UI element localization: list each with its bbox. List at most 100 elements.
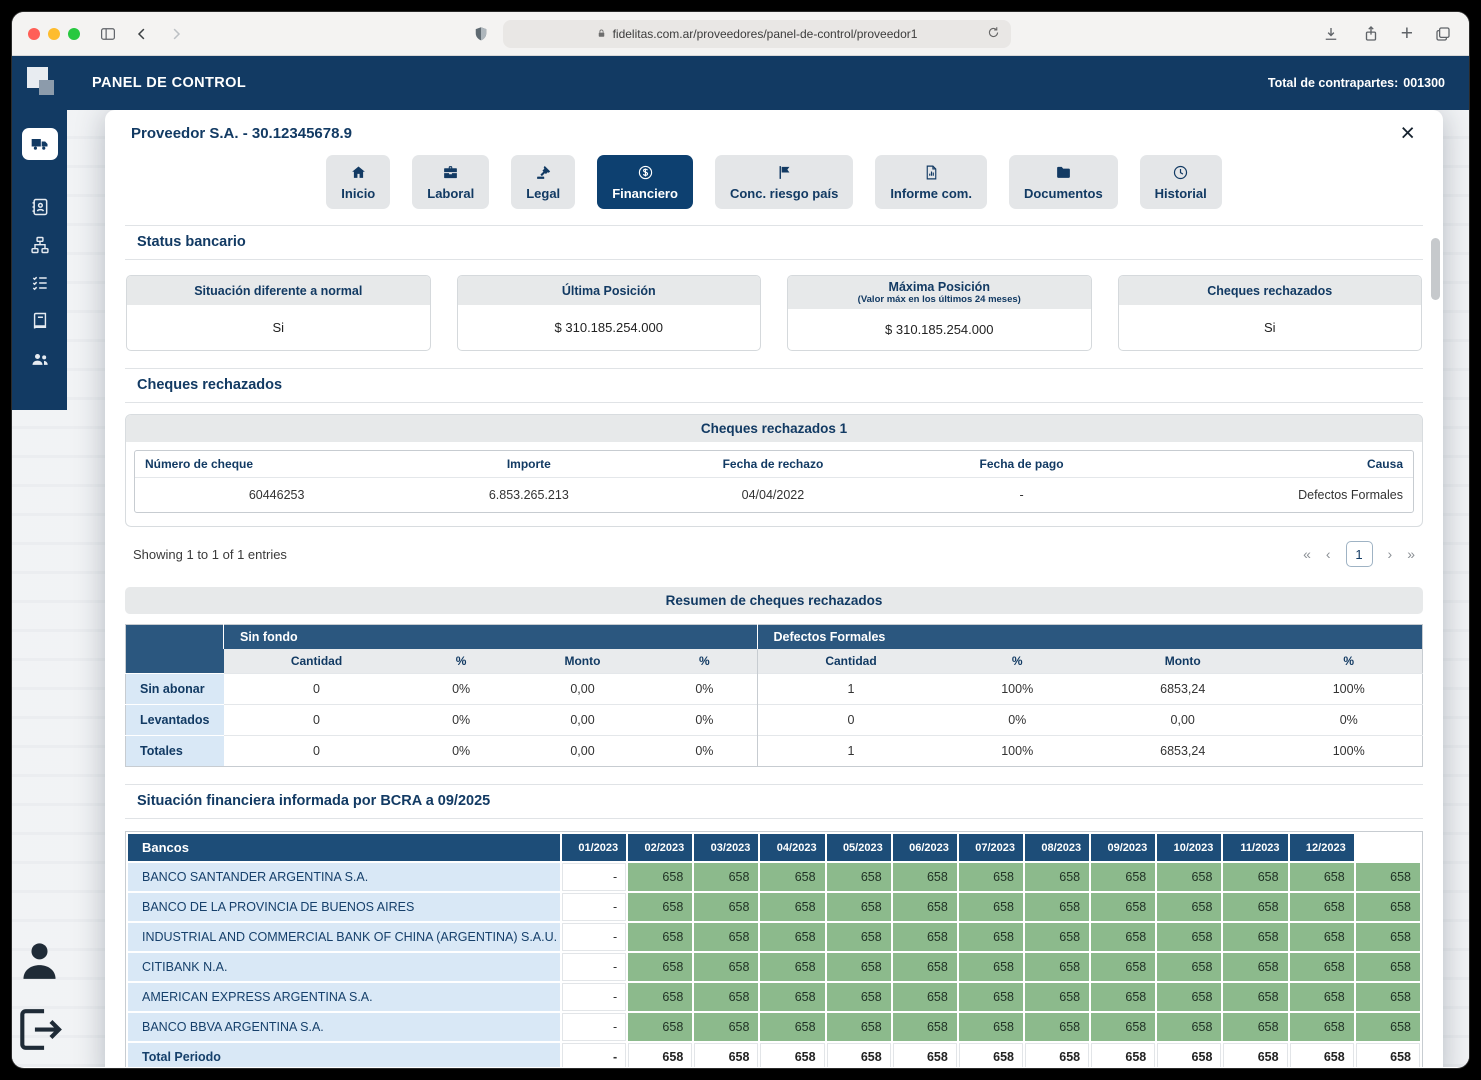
sidebar-item-logout[interactable]: [12, 1002, 67, 1057]
column-header: Causa: [1137, 451, 1413, 478]
value-cell: 658: [1091, 863, 1155, 891]
status-card: Situación diferente a normalSi: [126, 275, 431, 351]
checklist-icon: [30, 273, 50, 293]
value-cell: 658: [1157, 1013, 1221, 1041]
modal-scrollbar[interactable]: [1431, 238, 1440, 1065]
value-cell: 658: [760, 983, 824, 1011]
tab-financiero[interactable]: Financiero: [597, 155, 693, 209]
value-cell: 658: [760, 923, 824, 951]
value-cell: 658: [1157, 1043, 1221, 1067]
value-cell: -: [562, 923, 626, 951]
column-header: Importe: [418, 451, 639, 478]
value-cell: 658: [1290, 953, 1354, 981]
value-cell: 658: [694, 1043, 758, 1067]
new-tab-icon[interactable]: +: [1401, 23, 1413, 44]
value-cell: 658: [628, 1013, 692, 1041]
sidebar-toggle-icon[interactable]: [98, 24, 118, 44]
downloads-icon[interactable]: [1321, 24, 1341, 44]
zoom-window-button[interactable]: [68, 28, 80, 40]
privacy-shield-icon[interactable]: [471, 24, 491, 44]
tab-historial[interactable]: Historial: [1140, 155, 1222, 209]
bank-name: AMERICAN EXPRESS ARGENTINA S.A.: [128, 983, 560, 1011]
value-cell: 658: [827, 953, 891, 981]
status-card-title: Máxima Posición(Valor máx en los últimos…: [788, 276, 1091, 309]
column-header: Fecha de rechazo: [639, 451, 906, 478]
column-header: 02/2023: [628, 834, 692, 861]
value-cell: 658: [760, 863, 824, 891]
sidebar-item-checklist[interactable]: [23, 268, 57, 298]
section-title-bcra: Situación financiera informada por BCRA …: [125, 785, 1423, 819]
tab-documentos[interactable]: Documentos: [1009, 155, 1118, 209]
column-header: 09/2023: [1091, 834, 1155, 861]
cheques-table: Número de chequeImporteFecha de rechazoF…: [135, 451, 1413, 512]
sidebar-item-user[interactable]: [12, 933, 67, 988]
last-page-button[interactable]: »: [1407, 546, 1415, 562]
provider-modal: Proveedor S.A. - 30.12345678.9 × InicioL…: [105, 110, 1443, 1067]
value-cell: 658: [760, 1043, 824, 1067]
value-cell: 658: [827, 983, 891, 1011]
tab-overview-icon[interactable]: [1433, 24, 1453, 44]
prev-page-button[interactable]: ‹: [1326, 546, 1331, 562]
column-header: Cantidad: [757, 649, 944, 674]
page-title: PANEL DE CONTROL: [92, 75, 246, 91]
sidebar-item-truck[interactable]: [22, 128, 58, 160]
report-icon: [923, 164, 940, 181]
cell: 6.853.265.213: [418, 478, 639, 513]
table-row: AMERICAN EXPRESS ARGENTINA S.A.-65865865…: [128, 983, 1420, 1011]
sidebar-item-sitemap[interactable]: [23, 230, 57, 260]
sidebar-item-address-book[interactable]: [23, 192, 57, 222]
cheques-panel: Cheques rechazados 1 Número de chequeImp…: [125, 414, 1423, 527]
sidebar-item-book[interactable]: [23, 306, 57, 336]
value-cell: 658: [827, 1043, 891, 1067]
page-number-button[interactable]: 1: [1346, 541, 1373, 567]
row-label: Totales: [126, 736, 224, 767]
cell: 0: [224, 674, 410, 705]
value-cell: 658: [694, 953, 758, 981]
cell: 1: [757, 736, 944, 767]
forward-icon[interactable]: [166, 24, 186, 44]
refresh-icon[interactable]: [986, 25, 1003, 42]
scroll-down-icon[interactable]: ▾: [1426, 1066, 1440, 1067]
value-cell: 658: [1356, 953, 1420, 981]
back-icon[interactable]: [132, 24, 152, 44]
value-cell: 658: [893, 863, 957, 891]
address-bar[interactable]: fidelitas.com.ar/proveedores/panel-de-co…: [503, 20, 1011, 48]
sitemap-icon: [30, 235, 50, 255]
section-title-cheques: Cheques rechazados: [125, 369, 1423, 403]
row-label: Sin abonar: [126, 674, 224, 705]
value-cell: 658: [959, 1043, 1023, 1067]
value-cell: 658: [760, 1013, 824, 1041]
tab-laboral[interactable]: Laboral: [412, 155, 489, 209]
column-header: 08/2023: [1025, 834, 1089, 861]
value-cell: -: [562, 983, 626, 1011]
table-row: Totales00%0,000%1100%6853,24100%: [126, 736, 1423, 767]
column-header: 03/2023: [694, 834, 758, 861]
next-page-button[interactable]: ›: [1388, 546, 1393, 562]
tab-conc-riesgo-pais[interactable]: Conc. riesgo país: [715, 155, 853, 209]
tab-informe-com[interactable]: Informe com.: [875, 155, 987, 209]
column-header: Bancos: [128, 834, 560, 861]
tab-inicio[interactable]: Inicio: [326, 155, 390, 209]
share-icon[interactable]: [1361, 24, 1381, 44]
bank-name: CITIBANK N.A.: [128, 953, 560, 981]
close-window-button[interactable]: [28, 28, 40, 40]
sidebar-item-users[interactable]: [23, 344, 57, 374]
scrollbar-thumb[interactable]: [1431, 238, 1440, 300]
tab-legal[interactable]: Legal: [511, 155, 575, 209]
value-cell: 658: [628, 923, 692, 951]
value-cell: -: [562, 863, 626, 891]
cheques-header-row: Número de chequeImporteFecha de rechazoF…: [135, 451, 1413, 478]
value-cell: 658: [1356, 863, 1420, 891]
cell: 0: [757, 705, 944, 736]
clock-icon: [1172, 164, 1189, 181]
value-cell: 658: [1157, 923, 1221, 951]
value-cell: 658: [959, 923, 1023, 951]
cell: 0%: [409, 736, 512, 767]
table-row: INDUSTRIAL AND COMMERCIAL BANK OF CHINA …: [128, 923, 1420, 951]
status-card-title: Situación diferente a normal: [127, 276, 430, 305]
minimize-window-button[interactable]: [48, 28, 60, 40]
value-cell: 658: [1091, 923, 1155, 951]
first-page-button[interactable]: «: [1303, 546, 1311, 562]
section-title-status-bancario: Status bancario: [125, 226, 1423, 260]
close-icon[interactable]: ×: [1400, 123, 1415, 143]
